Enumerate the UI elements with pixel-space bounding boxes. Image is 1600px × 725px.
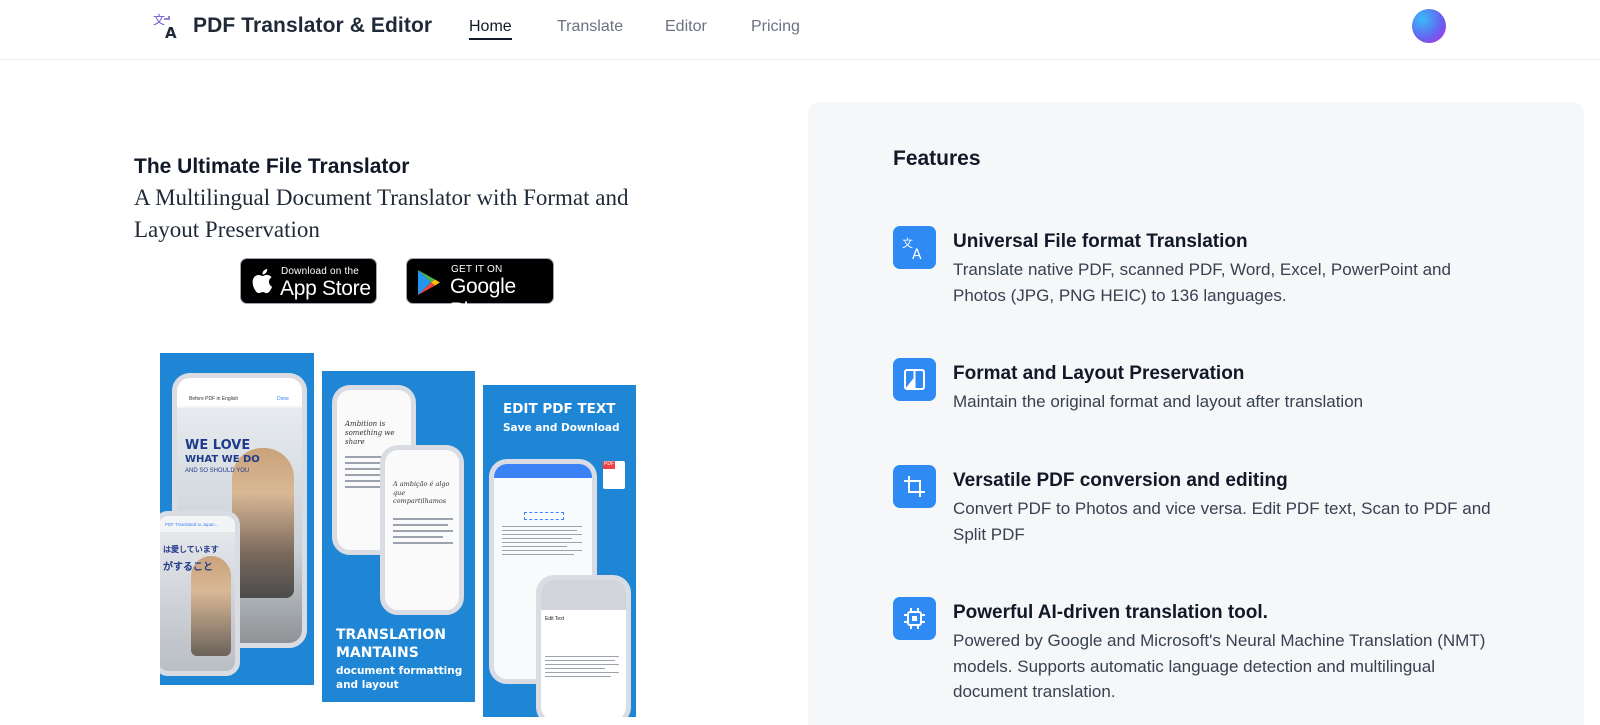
translated-label: PDF Translated to Japan... xyxy=(165,522,219,527)
feature-title-4: Powerful AI-driven translation tool. xyxy=(953,602,1268,623)
phone-mockup-edit-text: Edit Text xyxy=(536,575,631,717)
caption-edit-pdf: EDIT PDF TEXT xyxy=(503,401,616,417)
app-store-button[interactable]: Download on the App Store xyxy=(240,258,377,304)
nav-pricing[interactable]: Pricing xyxy=(751,18,800,36)
caption-translation: TRANSLATION xyxy=(336,627,447,643)
top-nav-bar: 文 A PDF Translator & Editor Home Transla… xyxy=(0,0,1600,60)
svg-text:文: 文 xyxy=(153,12,165,27)
crop-icon xyxy=(893,465,936,508)
headline-3: AND SO SHOULD YOU xyxy=(185,468,250,474)
edit-text-label: Edit Text xyxy=(545,616,565,622)
before-label: Before PDF in English xyxy=(189,396,239,402)
feature-desc-4: Powered by Google and Microsoft's Neural… xyxy=(953,631,1486,701)
feature-title-1: Universal File format Translation xyxy=(953,231,1248,252)
headline-2: WHAT WE DO xyxy=(185,454,260,465)
layout-icon xyxy=(893,358,936,401)
pdf-file-icon: PDF xyxy=(603,461,625,489)
brand-name[interactable]: PDF Translator & Editor xyxy=(193,14,432,38)
svg-text:A: A xyxy=(912,247,922,260)
google-play-small-label: GET IT ON xyxy=(451,264,503,275)
caption-formatting: document formatting xyxy=(336,665,463,677)
phone-mockup-small: PDF Translated to Japan... は愛しています がすること xyxy=(160,511,240,676)
app-store-big-label: App Store xyxy=(280,277,371,300)
feature-desc-2: Maintain the original format and layout … xyxy=(953,392,1364,411)
jp-text-1: は愛しています xyxy=(163,545,219,554)
headline-1: WE LOVE xyxy=(185,438,251,453)
apple-icon xyxy=(252,269,273,294)
google-play-button[interactable]: GET IT ON Google Play xyxy=(406,258,554,322)
feature-title-3: Versatile PDF conversion and editing xyxy=(953,470,1288,491)
caption-layout: and layout xyxy=(336,679,399,691)
svg-text:A: A xyxy=(165,24,177,41)
hero-title: The Ultimate File Translator xyxy=(134,155,410,178)
jp-text-2: がすること xyxy=(163,562,213,573)
phrase-translated: A ambição é algo que compartilhamos xyxy=(393,480,450,505)
translate-icon: 文 A xyxy=(893,226,936,269)
nav-translate[interactable]: Translate xyxy=(557,18,623,36)
nav-home[interactable]: Home xyxy=(469,18,512,40)
phone-mockup-translated: A ambição é algo que compartilhamos xyxy=(380,445,464,615)
nav-editor[interactable]: Editor xyxy=(665,18,707,36)
caption-mantains: MANTAINS xyxy=(336,645,419,661)
translate-logo-icon[interactable]: 文 A xyxy=(152,11,182,41)
feature-title-2: Format and Layout Preservation xyxy=(953,363,1245,384)
app-store-small-label: Download on the xyxy=(281,266,360,277)
feature-desc-1: Translate native PDF, scanned PDF, Word,… xyxy=(953,260,1451,305)
caption-save-download: Save and Download xyxy=(503,422,620,434)
hero-subtitle: A Multilingual Document Translator with … xyxy=(134,185,629,242)
app-screenshot-layout: Ambition is something we share A ambição… xyxy=(322,371,475,702)
chip-icon xyxy=(893,597,936,640)
user-avatar[interactable] xyxy=(1412,9,1446,43)
feature-desc-3: Convert PDF to Photos and vice versa. Ed… xyxy=(953,499,1491,544)
google-play-icon xyxy=(418,270,440,295)
google-play-big-label: Google Play xyxy=(450,275,516,322)
features-title: Features xyxy=(893,147,981,170)
done-label: Done xyxy=(277,396,289,402)
phrase-original: Ambition is something we share xyxy=(345,420,395,446)
app-screenshot-edit-pdf: EDIT PDF TEXT Save and Download PDF Edit… xyxy=(483,385,636,717)
app-screenshot-translate-photo: Before PDF in English Done WE LOVE WHAT … xyxy=(160,353,314,685)
